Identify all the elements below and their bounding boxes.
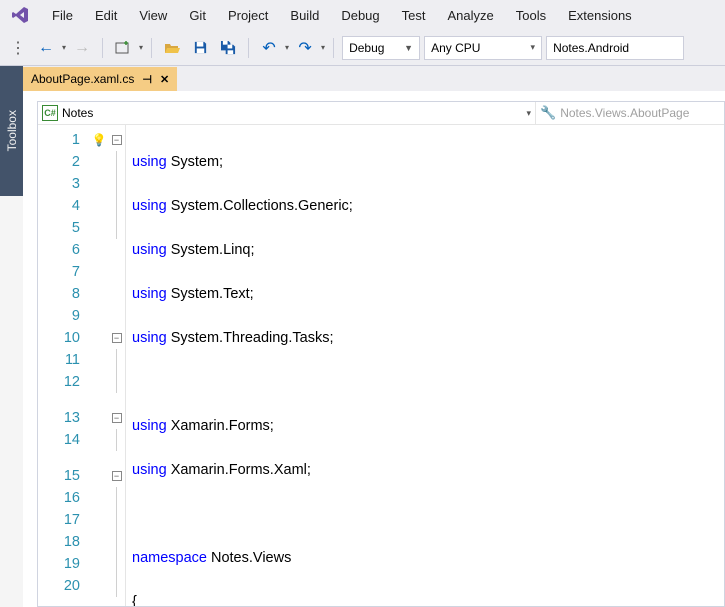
fold-toggle[interactable]: −	[112, 135, 122, 145]
line-numbers: 123456789101112 1314151617181920	[38, 125, 90, 606]
redo-button[interactable]: ↷	[293, 36, 317, 60]
glyph-margin: 💡	[90, 125, 108, 606]
configuration-dropdown[interactable]: Debug ▼	[342, 36, 420, 60]
nav-scope-dropdown[interactable]: C# Notes ▾	[38, 102, 536, 124]
close-icon[interactable]: ✕	[160, 73, 169, 86]
nav-member-dropdown[interactable]: 🔧 Notes.Views.AboutPage	[536, 102, 724, 124]
nav-member-label: Notes.Views.AboutPage	[560, 106, 689, 120]
lightbulb-icon[interactable]: 💡	[92, 133, 107, 147]
menu-edit[interactable]: Edit	[85, 4, 127, 27]
navigation-bar: C# Notes ▾ 🔧 Notes.Views.AboutPage	[38, 102, 724, 125]
editor-area: AboutPage.xaml.cs ⊣ ✕ C# Notes ▾ 🔧 Notes…	[23, 66, 725, 607]
startup-project-value: Notes.Android	[553, 41, 629, 55]
configuration-value: Debug	[349, 41, 384, 55]
menu-git[interactable]: Git	[179, 4, 216, 27]
separator	[151, 38, 152, 58]
document-tab-strip: AboutPage.xaml.cs ⊣ ✕	[23, 66, 725, 91]
visual-studio-logo-icon	[8, 3, 32, 27]
toolbar: ⋮ ← ▾ → ▾ ↶ ▾ ↷ ▾ Debug▼ Any CPU▾ Notes.…	[0, 30, 725, 66]
new-project-button[interactable]	[111, 36, 135, 60]
tab-title: AboutPage.xaml.cs	[31, 72, 134, 86]
fold-toggle[interactable]: −	[112, 471, 122, 481]
nav-back-button[interactable]: ←	[34, 36, 58, 60]
menu-debug[interactable]: Debug	[331, 4, 389, 27]
menu-test[interactable]: Test	[392, 4, 436, 27]
menu-file[interactable]: File	[42, 4, 83, 27]
menu-build[interactable]: Build	[280, 4, 329, 27]
csharp-project-icon: C#	[42, 105, 58, 121]
handle-icon[interactable]: ⋮	[6, 36, 30, 60]
platform-value: Any CPU	[431, 41, 480, 55]
open-button[interactable]	[160, 36, 184, 60]
toolbox-label: Toolbox	[5, 110, 19, 151]
class-icon: 🔧	[540, 105, 556, 121]
chevron-down-icon: ▾	[531, 42, 536, 53]
code-text[interactable]: using System; using System.Collections.G…	[126, 125, 724, 606]
save-all-button[interactable]	[216, 36, 240, 60]
nav-scope-label: Notes	[62, 106, 93, 120]
chevron-down-icon: ▼	[404, 43, 413, 53]
separator	[333, 38, 334, 58]
code-editor[interactable]: 123456789101112 1314151617181920 💡 − − −…	[38, 125, 724, 606]
separator	[102, 38, 103, 58]
toolbox-panel-tab[interactable]: Toolbox	[0, 66, 23, 196]
menu-analyze[interactable]: Analyze	[437, 4, 503, 27]
startup-project-dropdown[interactable]: Notes.Android	[546, 36, 684, 60]
save-button[interactable]	[188, 36, 212, 60]
chevron-down-icon: ▾	[526, 108, 531, 119]
fold-toggle[interactable]: −	[112, 413, 122, 423]
menu-view[interactable]: View	[129, 4, 177, 27]
undo-button[interactable]: ↶	[257, 36, 281, 60]
document-tab-active[interactable]: AboutPage.xaml.cs ⊣ ✕	[23, 67, 177, 91]
separator	[248, 38, 249, 58]
platform-dropdown[interactable]: Any CPU ▾	[424, 36, 542, 60]
nav-forward-button[interactable]: →	[70, 36, 94, 60]
menu-extensions[interactable]: Extensions	[558, 4, 642, 27]
fold-toggle[interactable]: −	[112, 333, 122, 343]
pin-icon[interactable]: ⊣	[142, 73, 152, 86]
outlining-margin: − − − −	[108, 125, 126, 606]
menu-tools[interactable]: Tools	[506, 4, 556, 27]
menu-project[interactable]: Project	[218, 4, 278, 27]
menu-bar: File Edit View Git Project Build Debug T…	[0, 0, 725, 30]
